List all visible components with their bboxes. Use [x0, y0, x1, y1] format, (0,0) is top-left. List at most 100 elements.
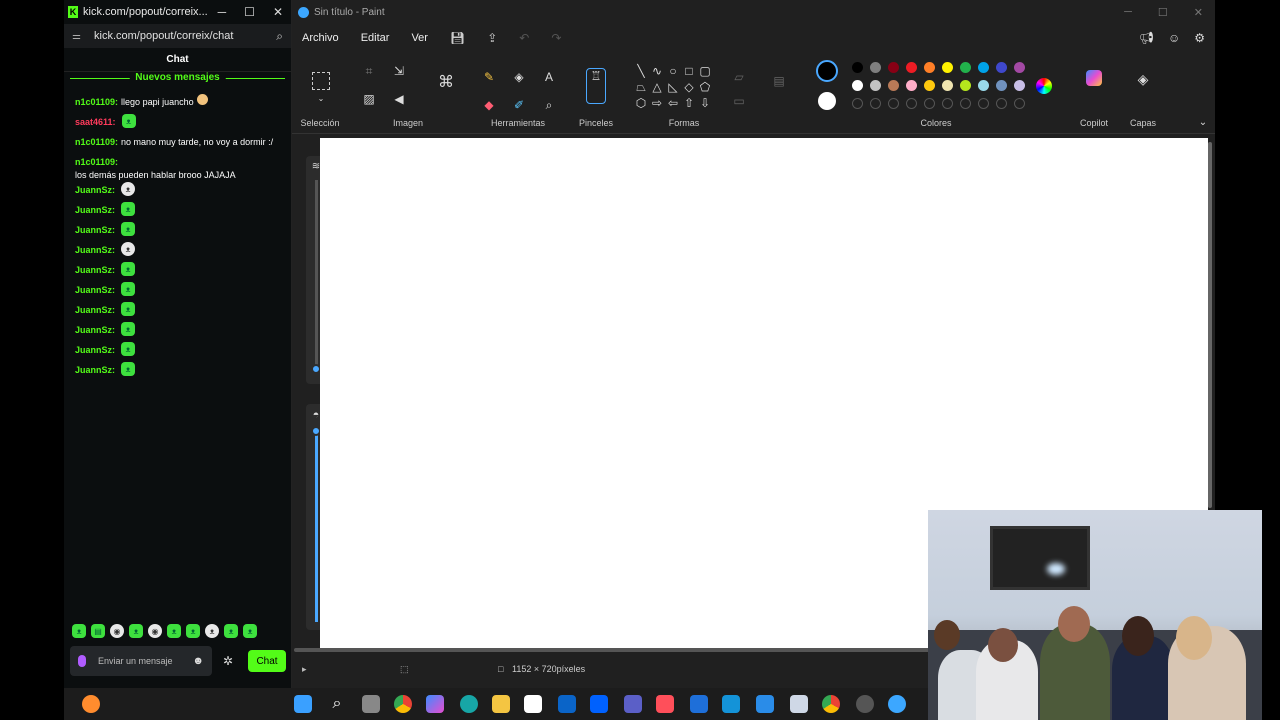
- rounded-rect-shape-icon[interactable]: ▢: [698, 64, 712, 78]
- color-swatch[interactable]: [942, 62, 953, 73]
- color-swatch[interactable]: [1014, 62, 1025, 73]
- color-swatch[interactable]: [924, 80, 935, 91]
- chat-message-input[interactable]: Enviar un mensaje ☻: [70, 646, 212, 676]
- rotate-icon[interactable]: ◀: [392, 92, 406, 106]
- custom-color-slot[interactable]: [978, 98, 989, 109]
- chrome-icon[interactable]: [394, 695, 412, 713]
- weather-icon[interactable]: [82, 695, 100, 713]
- account-icon[interactable]: ☺: [1168, 31, 1180, 45]
- pentagon-shape-icon[interactable]: ⬠: [698, 80, 712, 94]
- line-shape-icon[interactable]: ╲: [634, 64, 648, 78]
- color-swatch[interactable]: [870, 62, 881, 73]
- text-tool-icon[interactable]: A: [542, 70, 556, 84]
- primary-color-icon[interactable]: [816, 60, 838, 82]
- save-icon[interactable]: 💾︎: [450, 31, 465, 45]
- emote-icon[interactable]: ◉: [148, 624, 162, 638]
- color-picker-icon[interactable]: ✐: [512, 98, 526, 112]
- start-menu-icon[interactable]: [294, 695, 312, 713]
- layers-icon[interactable]: ◈: [1136, 72, 1150, 86]
- file-explorer-icon[interactable]: [492, 695, 510, 713]
- custom-color-slot[interactable]: [996, 98, 1007, 109]
- down-arrow-shape-icon[interactable]: ⇩: [698, 96, 712, 110]
- chat-username[interactable]: JuannSz:: [75, 304, 115, 317]
- chat-username[interactable]: n1c01109:: [75, 136, 118, 149]
- color-swatch[interactable]: [996, 80, 1007, 91]
- chat-username[interactable]: JuannSz:: [75, 204, 115, 217]
- brush-icon[interactable]: ♖: [586, 68, 606, 104]
- teams-icon[interactable]: [624, 695, 642, 713]
- undo-icon[interactable]: ↶: [519, 31, 529, 45]
- up-arrow-shape-icon[interactable]: ⇧: [682, 96, 696, 110]
- pencil-icon[interactable]: ✎: [482, 70, 496, 84]
- emote-icon[interactable]: ᴥ: [205, 624, 219, 638]
- rectangle-shape-icon[interactable]: □: [682, 64, 696, 78]
- chat-username[interactable]: JuannSz:: [75, 184, 115, 197]
- chat-username[interactable]: JuannSz:: [75, 224, 115, 237]
- left-arrow-shape-icon[interactable]: ⇦: [666, 96, 680, 110]
- eraser-icon[interactable]: ◆: [482, 98, 496, 112]
- curve-shape-icon[interactable]: ∿: [650, 64, 664, 78]
- shape-style-icon[interactable]: ▤: [772, 74, 786, 88]
- custom-color-slot[interactable]: [960, 98, 971, 109]
- close-icon[interactable]: ✕: [1194, 6, 1203, 19]
- maximize-icon[interactable]: ☐: [244, 5, 255, 19]
- vertical-scrollbar[interactable]: [1208, 142, 1212, 508]
- settings-gear-icon[interactable]: ⚙: [1194, 31, 1205, 45]
- emote-icon[interactable]: ᴥ: [224, 624, 238, 638]
- fill-icon[interactable]: ▭: [732, 94, 746, 108]
- menu-editar[interactable]: Editar: [361, 32, 390, 44]
- oval-shape-icon[interactable]: ○: [666, 64, 680, 78]
- chat-username[interactable]: JuannSz:: [75, 324, 115, 337]
- store-icon[interactable]: [524, 695, 542, 713]
- emoji-picker-icon[interactable]: ☻: [192, 656, 204, 667]
- edge-icon[interactable]: [460, 695, 478, 713]
- chat-username[interactable]: n1c01109:: [75, 156, 118, 169]
- outlook-icon[interactable]: [558, 695, 576, 713]
- feedback-icon[interactable]: 📢︎: [1139, 31, 1154, 45]
- custom-color-slot[interactable]: [942, 98, 953, 109]
- polygon-shape-icon[interactable]: ⏢: [634, 80, 648, 94]
- fill-bucket-icon[interactable]: ◈: [512, 70, 526, 84]
- triangle-shape-icon[interactable]: △: [650, 80, 664, 94]
- right-arrow-shape-icon[interactable]: ⇨: [650, 96, 664, 110]
- color-swatch[interactable]: [852, 62, 863, 73]
- right-triangle-shape-icon[interactable]: ◺: [666, 80, 680, 94]
- app-icon[interactable]: [690, 695, 708, 713]
- hexagon-shape-icon[interactable]: ⬡: [634, 96, 648, 110]
- ribbon-expand-chevron-icon[interactable]: ⌄: [1196, 116, 1210, 130]
- color-swatch[interactable]: [996, 62, 1007, 73]
- color-swatch[interactable]: [906, 62, 917, 73]
- emote-icon[interactable]: ◉: [110, 624, 124, 638]
- app-icon[interactable]: [722, 695, 740, 713]
- custom-color-slot[interactable]: [888, 98, 899, 109]
- vscode-icon[interactable]: [756, 695, 774, 713]
- outline-icon[interactable]: ▱: [732, 70, 746, 84]
- custom-color-slot[interactable]: [906, 98, 917, 109]
- diamond-shape-icon[interactable]: ◇: [682, 80, 696, 94]
- crop-icon[interactable]: ⌗: [362, 64, 376, 78]
- minimize-icon[interactable]: ─: [218, 5, 227, 19]
- send-chat-button[interactable]: Chat: [248, 650, 286, 672]
- chat-settings-icon[interactable]: ✲: [218, 654, 238, 668]
- color-swatch[interactable]: [852, 80, 863, 91]
- emote-icon[interactable]: ᴥ: [129, 624, 143, 638]
- search-icon[interactable]: ⌕: [328, 695, 346, 713]
- emote-icon[interactable]: ᴥ: [243, 624, 257, 638]
- chat-username[interactable]: JuannSz:: [75, 244, 115, 257]
- chat-username[interactable]: JuannSz:: [75, 344, 115, 357]
- paint-taskbar-icon[interactable]: [888, 695, 906, 713]
- magnifier-icon[interactable]: ⌕: [542, 98, 556, 112]
- share-icon[interactable]: ⇪: [487, 31, 497, 45]
- color-swatch[interactable]: [870, 80, 881, 91]
- edit-colors-icon[interactable]: [1036, 78, 1052, 94]
- emote-icon[interactable]: ᴥ: [186, 624, 200, 638]
- close-icon[interactable]: ✕: [273, 5, 283, 19]
- app-icon[interactable]: [656, 695, 674, 713]
- horizontal-scrollbar[interactable]: [294, 648, 930, 652]
- color-swatch[interactable]: [942, 80, 953, 91]
- chat-username[interactable]: JuannSz:: [75, 364, 115, 377]
- color-swatch[interactable]: [960, 62, 971, 73]
- emote-icon[interactable]: ▤: [91, 624, 105, 638]
- menu-archivo[interactable]: Archivo: [302, 32, 339, 44]
- chat-username[interactable]: JuannSz:: [75, 284, 115, 297]
